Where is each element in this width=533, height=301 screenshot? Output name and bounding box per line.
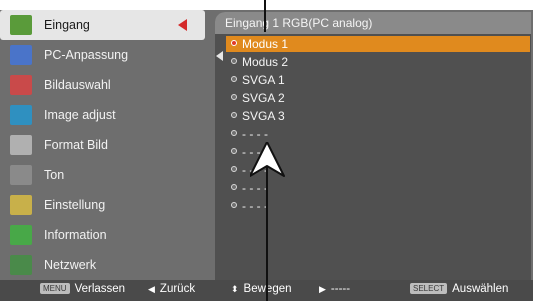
radio-dot-icon [231,148,237,154]
sidebar-item-label: Eingang [44,18,90,32]
radio-dot-icon [231,112,237,118]
submenu-option[interactable]: Modus 1 [226,36,530,52]
network-icon [10,255,32,275]
sidebar-item-format-bild[interactable]: Format Bild [0,130,205,160]
sidebar-item-pc-anpassung[interactable]: PC-Anpassung [0,40,205,70]
arrow-right-icon: ▶ [319,284,326,294]
arrow-up-down-icon: ⬍ [231,284,239,294]
sidebar-item-information[interactable]: Information [0,220,205,250]
sidebar-item-bildauswahl[interactable]: Bildauswahl [0,70,205,100]
sidebar-item-netzwerk[interactable]: Netzwerk [0,250,205,280]
sidebar-item-eingang[interactable]: Eingang [0,10,205,40]
sidebar-item-label: Information [44,228,107,242]
sidebar-item-label: Ton [44,168,65,182]
main-menu-sidebar: Eingang PC-Anpassung Bildauswahl Image a… [0,10,208,291]
next-hint: ▶ ----- [319,283,351,295]
move-hint: ⬍Bewegen [231,283,292,295]
pc-monitor-icon [10,45,32,65]
callout-arrow-icon [250,142,285,177]
radio-dot-icon [231,58,237,64]
sidebar-item-label: Einstellung [44,198,106,212]
submenu-header: Eingang 1 RGB(PC analog) [215,12,531,34]
callout-line-top [264,0,266,32]
radio-dot-icon [231,184,237,190]
sidebar-item-image-adjust[interactable]: Image adjust [0,100,205,130]
radio-dot-icon [231,94,237,100]
active-arrow-icon [178,19,187,31]
arrow-left-icon: ◀ [148,284,155,294]
select-key-icon: SELECT [410,283,448,294]
radio-dot-icon [231,202,237,208]
menu-key-icon: MENU [40,283,70,294]
input-plug-icon [10,15,32,35]
exit-hint: MENU Verlassen [40,283,125,295]
screen-format-icon [10,135,32,155]
sidebar-item-ton[interactable]: Ton [0,160,205,190]
image-select-icon [10,75,32,95]
submenu-title: Eingang 1 RGB(PC analog) [225,16,373,30]
sidebar-item-label: Image adjust [44,108,116,122]
sidebar-item-label: Format Bild [44,138,108,152]
back-hint: ◀ Zurück [148,283,196,295]
radio-dot-icon [231,166,237,172]
radio-dot-icon [231,40,237,46]
sidebar-item-label: PC-Anpassung [44,48,129,62]
radio-dot-icon [231,130,237,136]
select-hint: SELECT Auswählen [410,283,508,295]
image-adjust-icon [10,105,32,125]
radio-dot-icon [231,76,237,82]
callout-line-bottom [266,158,268,301]
sidebar-item-label: Bildauswahl [44,78,111,92]
speaker-icon [10,165,32,185]
submenu-pointer-icon [216,51,223,61]
info-icon [10,225,32,245]
sidebar-item-label: Netzwerk [44,258,97,272]
settings-icon [10,195,32,215]
sidebar-item-einstellung[interactable]: Einstellung [0,190,205,220]
